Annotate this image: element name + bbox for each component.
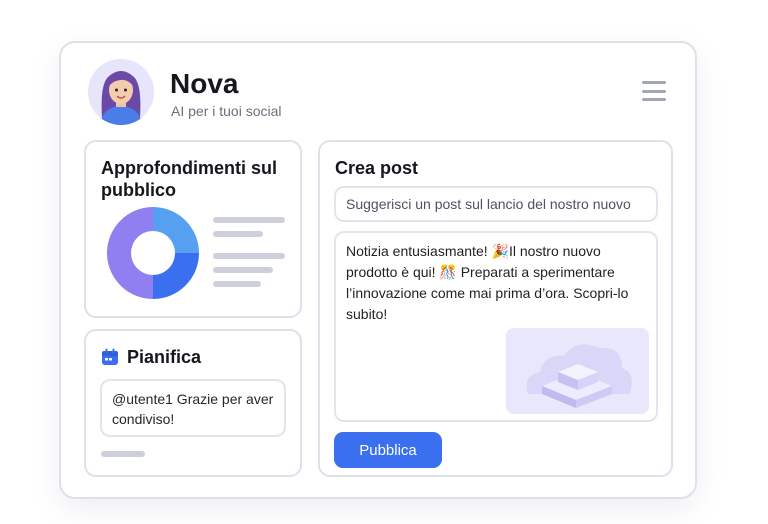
legend-line [213, 217, 285, 223]
create-post-card: Crea post Notizia entusiasmante! 🎉Il nos… [318, 140, 673, 477]
avatar [88, 59, 154, 125]
legend-line [213, 281, 261, 287]
app-window: Nova AI per i tuoi social Approfondiment… [59, 41, 697, 499]
post-prompt-input[interactable] [334, 186, 658, 222]
create-post-title: Crea post [335, 158, 419, 178]
audience-insights-card: Approfondimenti sul pubblico [84, 140, 302, 318]
placeholder-line [101, 451, 145, 457]
profile-header: Nova AI per i tuoi social [88, 59, 672, 131]
schedule-title: Pianifica [127, 346, 202, 367]
legend-line [213, 267, 273, 273]
post-editor[interactable]: Notizia entusiasmante! 🎉Il nostro nuovo … [334, 231, 658, 422]
product-image-icon[interactable] [506, 328, 649, 414]
hamburger-menu-icon[interactable] [642, 81, 666, 101]
schedule-card: Pianifica @utente1 Grazie per aver condi… [84, 329, 302, 477]
profile-tagline: AI per i tuoi social [171, 103, 282, 119]
donut-slice-3 [107, 207, 153, 299]
post-text: Notizia entusiasmante! 🎉Il nostro nuovo … [346, 243, 629, 322]
reply-message-box[interactable]: @utente1 Grazie per aver condiviso! [100, 379, 286, 437]
legend-line [213, 231, 263, 237]
donut-slice-2 [153, 253, 199, 299]
legend-line [213, 253, 285, 259]
donut-slice-1 [153, 207, 199, 253]
audience-donut-chart [107, 207, 199, 299]
insights-title: Approfondimenti sul pubblico [101, 158, 277, 200]
profile-name: Nova [170, 68, 239, 99]
calendar-icon [102, 348, 118, 365]
schedule-header: Pianifica [101, 345, 201, 369]
publish-button[interactable]: Pubblica [334, 432, 442, 468]
